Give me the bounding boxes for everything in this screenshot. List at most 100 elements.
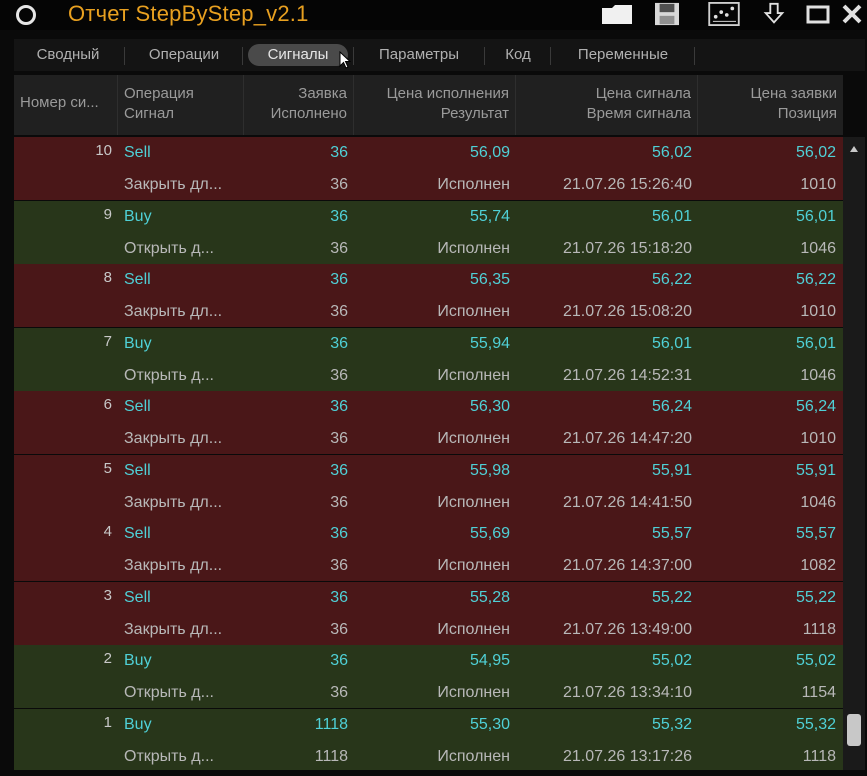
cell-signal-price: 56,01 <box>651 207 692 225</box>
table-row[interactable]: 7 Buy 36 55,94 56,01 56,01 Открыть д... 36 Испол… <box>14 327 843 391</box>
cell-exec-price: 56,09 <box>469 144 510 161</box>
cell-position: 1046 <box>800 366 836 384</box>
cell-order-price: 56,01 <box>795 334 836 352</box>
cell-order: 36 <box>330 144 348 161</box>
cell-result: Исполнен <box>437 176 510 193</box>
cell-result: Исполнен <box>437 493 510 511</box>
table-row[interactable]: 4 Sell 36 55,69 55,57 55,57 Закрыть дл... 36 Исп… <box>14 518 843 581</box>
cell-signal-price: 56,02 <box>651 144 692 161</box>
tab-variables[interactable]: Переменные <box>558 44 688 66</box>
cell-executed: 36 <box>330 366 348 384</box>
tab-code[interactable]: Код <box>492 44 544 66</box>
table-row[interactable]: 6 Sell 36 56,30 56,24 56,24 Закрыть дл... 36 Исп… <box>14 391 843 454</box>
tab-parameters[interactable]: Параметры <box>360 44 478 66</box>
cell-order-price: 55,22 <box>795 588 836 606</box>
cell-signal: Buy <box>124 207 152 225</box>
tab-operations[interactable]: Операции <box>132 44 236 66</box>
column-header-number[interactable]: Номер си... <box>14 75 118 135</box>
cell-signal: Sell <box>124 144 151 161</box>
cell-exec-price: 55,28 <box>469 588 510 606</box>
cell-executed: 1118 <box>314 747 348 765</box>
table-header: Номер си... Операция Сигнал Заявка Испол… <box>14 75 843 135</box>
cell-position: 1010 <box>800 176 836 193</box>
cell-time: 21.07.26 14:52:31 <box>562 366 692 384</box>
cell-num: 4 <box>103 523 112 540</box>
cell-result: Исполнен <box>437 239 510 257</box>
close-icon[interactable] <box>840 2 864 26</box>
vertical-scrollbar[interactable] <box>843 137 865 770</box>
cell-time: 21.07.26 13:34:10 <box>562 684 692 701</box>
cell-position: 1082 <box>800 557 836 574</box>
folder-icon[interactable] <box>600 2 634 26</box>
cell-executed: 36 <box>330 493 348 511</box>
cell-order: 36 <box>330 525 348 542</box>
table-row[interactable]: 9 Buy 36 55,74 56,01 56,01 Открыть д... 36 Испол… <box>14 200 843 264</box>
cell-order: 36 <box>330 588 348 606</box>
column-header-signal-price[interactable]: Цена сигнала Время сигнала <box>516 75 698 135</box>
chart-icon[interactable] <box>707 2 741 26</box>
cell-exec-price: 56,35 <box>469 271 510 288</box>
cell-operation: Закрыть дл... <box>124 430 223 447</box>
cell-position: 1046 <box>800 493 836 511</box>
save-icon[interactable] <box>652 2 682 26</box>
cell-num: 7 <box>103 332 112 350</box>
column-header-exec-price[interactable]: Цена исполнения Результат <box>354 75 516 135</box>
cell-num: 2 <box>103 650 112 667</box>
cell-signal: Sell <box>124 271 151 288</box>
cell-position: 1154 <box>801 684 836 701</box>
cell-position: 1010 <box>800 303 836 320</box>
cell-signal-price: 55,57 <box>651 525 692 542</box>
cell-operation: Закрыть дл... <box>124 557 223 574</box>
cell-result: Исполнен <box>437 430 510 447</box>
app-circle-icon[interactable] <box>16 5 36 25</box>
cell-result: Исполнен <box>437 366 510 384</box>
cell-executed: 36 <box>330 176 348 193</box>
cell-exec-price: 55,74 <box>469 207 510 225</box>
tab-separator <box>484 47 485 65</box>
cell-order: 36 <box>330 398 348 415</box>
cell-result: Исполнен <box>437 684 510 701</box>
cell-position: 1046 <box>800 239 836 257</box>
window-title: Отчет StepByStep_v2.1 <box>68 1 309 26</box>
cell-num: 6 <box>103 396 112 413</box>
cell-signal: Buy <box>124 715 152 733</box>
cell-order: 1118 <box>314 715 348 733</box>
scroll-thumb[interactable] <box>847 714 861 746</box>
column-header-operation[interactable]: Операция Сигнал <box>118 75 244 135</box>
cell-time: 21.07.26 15:18:20 <box>562 239 692 257</box>
cell-exec-price: 56,30 <box>469 398 510 415</box>
cell-position: 1118 <box>802 747 836 765</box>
cell-time: 21.07.26 14:47:20 <box>562 430 692 447</box>
cell-signal-price: 56,24 <box>651 398 692 415</box>
cell-result: Исполнен <box>437 620 510 638</box>
cell-num: 8 <box>103 269 112 286</box>
cell-signal: Sell <box>124 588 151 606</box>
scroll-up-icon[interactable] <box>849 145 859 153</box>
cell-signal-price: 56,22 <box>651 271 692 288</box>
cell-order-price: 56,01 <box>795 207 836 225</box>
tab-separator <box>694 47 695 65</box>
column-header-order[interactable]: Заявка Исполнено <box>244 75 354 135</box>
cell-num: 1 <box>103 713 112 731</box>
cell-signal: Sell <box>124 525 151 542</box>
cell-operation: Закрыть дл... <box>124 493 223 511</box>
cell-exec-price: 55,98 <box>469 461 510 479</box>
column-header-order-price[interactable]: Цена заявки Позиция <box>698 75 843 135</box>
cell-result: Исполнен <box>437 303 510 320</box>
table-row[interactable]: 10 Sell 36 56,09 56,02 56,02 Закрыть дл... 36 Ис… <box>14 137 843 200</box>
cell-operation: Открыть д... <box>124 684 214 701</box>
cell-order-price: 55,57 <box>795 525 836 542</box>
table-row[interactable]: 8 Sell 36 56,35 56,22 56,22 Закрыть дл... 36 Исп… <box>14 264 843 327</box>
table-row[interactable]: 1 Buy 1118 55,30 55,32 55,32 Открыть д... 1118 И… <box>14 708 843 770</box>
cell-position: 1118 <box>802 620 836 638</box>
tab-separator <box>550 47 551 65</box>
cell-time: 21.07.26 13:49:00 <box>562 620 692 638</box>
table-row[interactable]: 3 Sell 36 55,28 55,22 55,22 Закрыть дл... 36 Исп… <box>14 581 843 645</box>
download-icon[interactable] <box>762 2 786 26</box>
tab-signals[interactable]: Сигналы <box>248 44 348 66</box>
minimize-icon[interactable] <box>806 2 830 26</box>
cell-executed: 36 <box>330 620 348 638</box>
tab-summary[interactable]: Сводный <box>18 44 118 66</box>
table-row[interactable]: 2 Buy 36 54,95 55,02 55,02 Открыть д... 36 Испол… <box>14 645 843 708</box>
table-row[interactable]: 5 Sell 36 55,98 55,91 55,91 Закрыть дл... 36 Исп… <box>14 454 843 518</box>
